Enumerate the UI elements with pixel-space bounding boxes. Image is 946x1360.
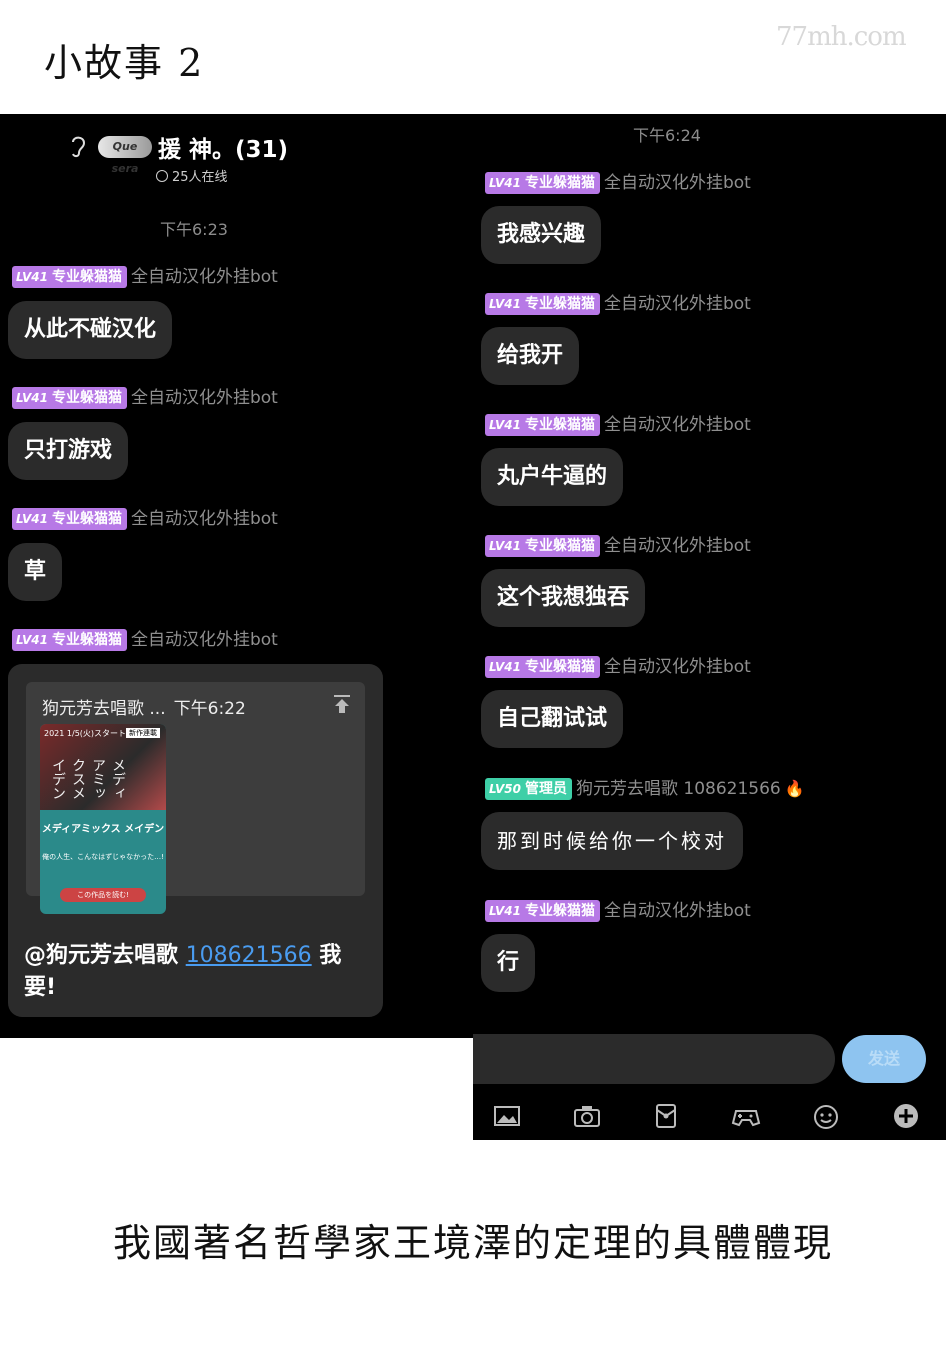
cover-tag: 新作連載	[126, 728, 160, 738]
sender-name[interactable]: 全自动汉化外挂bot	[131, 387, 278, 409]
emoji-icon[interactable]	[810, 1100, 842, 1132]
level-badge: LV41 专业躲猫猫	[485, 900, 600, 922]
message-sender: LV41 专业躲猫猫 全自动汉化外挂bot	[485, 900, 751, 922]
page-caption: 我國著名哲學家王境澤的定理的具體體現	[112, 1221, 833, 1265]
sender-name[interactable]: 全自动汉化外挂bot	[604, 535, 751, 557]
message-bubble[interactable]: 丸户牛逼的	[481, 448, 624, 506]
level-badge: LV41 专业躲猫猫	[485, 535, 600, 557]
level-badge: LV41 专业躲猫猫	[485, 414, 600, 436]
timestamp: 下午6:23	[160, 220, 228, 239]
sender-name[interactable]: 全自动汉化外挂bot	[131, 266, 278, 288]
quote-time: 下午6:22	[173, 699, 246, 719]
quote-header: 狗元芳去唱歌 ... 下午6:22	[42, 694, 246, 719]
level-badge: LV41 专业躲猫猫	[12, 387, 127, 409]
gamepad-icon[interactable]	[730, 1100, 762, 1132]
timestamp: 下午6:24	[633, 126, 701, 145]
sender-name[interactable]: 全自动汉化外挂bot	[604, 172, 751, 194]
sender-name[interactable]: 全自动汉化外挂bot	[131, 629, 278, 651]
cover-vertical-title: メディアミックスメイデン	[50, 758, 126, 800]
group-name: 援 神。(31)	[158, 137, 289, 163]
reply-text: @狗元芳去唱歌 108621566 我要!	[24, 940, 369, 1004]
message-bubble[interactable]: 这个我想独吞	[481, 569, 646, 627]
level-badge: LV41 专业躲猫猫	[12, 629, 127, 651]
sender-name[interactable]: 全自动汉化外挂bot	[604, 414, 751, 436]
message-bubble[interactable]: 从此不碰汉化	[8, 301, 173, 359]
ear-icon[interactable]	[68, 134, 88, 160]
message-sender: LV41 专业躲猫猫 全自动汉化外挂bot	[12, 387, 278, 409]
online-icon	[156, 170, 168, 182]
chat-panel-left: Que sera 援 神。(31) 25人在线 下午6:23 LV41 专业躲猫猫…	[0, 114, 473, 1038]
message-bubble[interactable]: 我感兴趣	[481, 206, 602, 264]
online-count: 25人在线	[156, 166, 228, 185]
message-sender: LV41 专业躲猫猫 全自动汉化外挂bot	[12, 266, 278, 288]
manga-cover-image[interactable]: 2021 1/5(火)スタート!! 新作連載 メディアミックスメイデン メディア…	[40, 724, 166, 914]
message-sender: LV41 专业躲猫猫 全自动汉化外挂bot	[485, 535, 751, 557]
sender-name[interactable]: 全自动汉化外挂bot	[131, 508, 278, 530]
sender-name[interactable]: 狗元芳去唱歌 108621566	[576, 778, 781, 800]
image-icon[interactable]	[491, 1100, 523, 1132]
sender-name[interactable]: 全自动汉化外挂bot	[604, 900, 751, 922]
cover-date: 2021 1/5(火)スタート!!	[44, 729, 133, 738]
quote-sender: 狗元芳去唱歌 ...	[42, 699, 166, 719]
message-bubble[interactable]: 草	[8, 543, 63, 601]
camera-icon[interactable]	[571, 1100, 603, 1132]
group-logo: Que sera	[98, 136, 152, 175]
plus-icon[interactable]	[890, 1100, 922, 1132]
message-bubble[interactable]: 行	[481, 934, 536, 992]
message-bubble[interactable]: 给我开	[481, 327, 580, 385]
message-bubble[interactable]: 只打游戏	[8, 422, 129, 480]
sender-name[interactable]: 全自动汉化外挂bot	[604, 293, 751, 315]
message-sender: LV41 专业躲猫猫 全自动汉化外挂bot	[485, 656, 751, 678]
fire-icon: 🔥	[784, 779, 805, 798]
mention-qq-link[interactable]: 108621566	[186, 943, 312, 968]
admin-badge: LV50 管理员	[485, 778, 572, 800]
level-badge: LV41 专业躲猫猫	[485, 172, 600, 194]
sender-name[interactable]: 全自动汉化外挂bot	[604, 656, 751, 678]
message-sender: LV41 专业躲猫猫 全自动汉化外挂bot	[485, 414, 751, 436]
message-sender: LV41 专业躲猫猫 全自动汉化外挂bot	[485, 293, 751, 315]
level-badge: LV41 专业躲猫猫	[12, 508, 127, 530]
message-sender: LV50 管理员 狗元芳去唱歌 108621566 🔥	[485, 778, 805, 800]
message-sender: LV41 专业躲猫猫 全自动汉化外挂bot	[12, 629, 278, 651]
chat-panel-right: 下午6:24 LV41 专业躲猫猫 全自动汉化外挂bot 我感兴趣 LV41 专业躲猫…	[473, 114, 946, 1140]
message-input[interactable]	[473, 1034, 835, 1084]
input-toolbar	[473, 1094, 946, 1140]
page-title: 小故事 2	[44, 41, 205, 85]
message-sender: LV41 专业躲猫猫 全自动汉化外挂bot	[12, 508, 278, 530]
red-packet-icon[interactable]	[650, 1100, 682, 1132]
cover-title: メディアミックス メイデン	[41, 824, 165, 835]
level-badge: LV41 专业躲猫猫	[485, 656, 600, 678]
quoted-message[interactable]: 狗元芳去唱歌 ... 下午6:22 2021 1/5(火)スタート!! 新作連載 …	[26, 682, 365, 914]
level-badge: LV41 专业躲猫猫	[12, 266, 127, 288]
watermark: 77mh.com	[776, 22, 907, 52]
reply-message-bubble[interactable]: 狗元芳去唱歌 ... 下午6:22 2021 1/5(火)スタート!! 新作連載 …	[8, 664, 383, 1017]
mention-name[interactable]: @狗元芳去唱歌	[24, 943, 178, 968]
message-sender: LV41 专业躲猫猫 全自动汉化外挂bot	[485, 172, 751, 194]
cover-tagline: 俺の人生、こんなはずじゃなかった…!	[42, 853, 164, 861]
message-bubble[interactable]: 自己翻试试	[481, 690, 624, 748]
cover-read-button: この作品を読む!	[60, 888, 146, 902]
jump-to-top-icon[interactable]	[333, 694, 351, 714]
level-badge: LV41 专业躲猫猫	[485, 293, 600, 315]
send-button[interactable]: 发送	[842, 1035, 926, 1083]
message-bubble[interactable]: 那到时候给你一个校对	[481, 812, 743, 870]
